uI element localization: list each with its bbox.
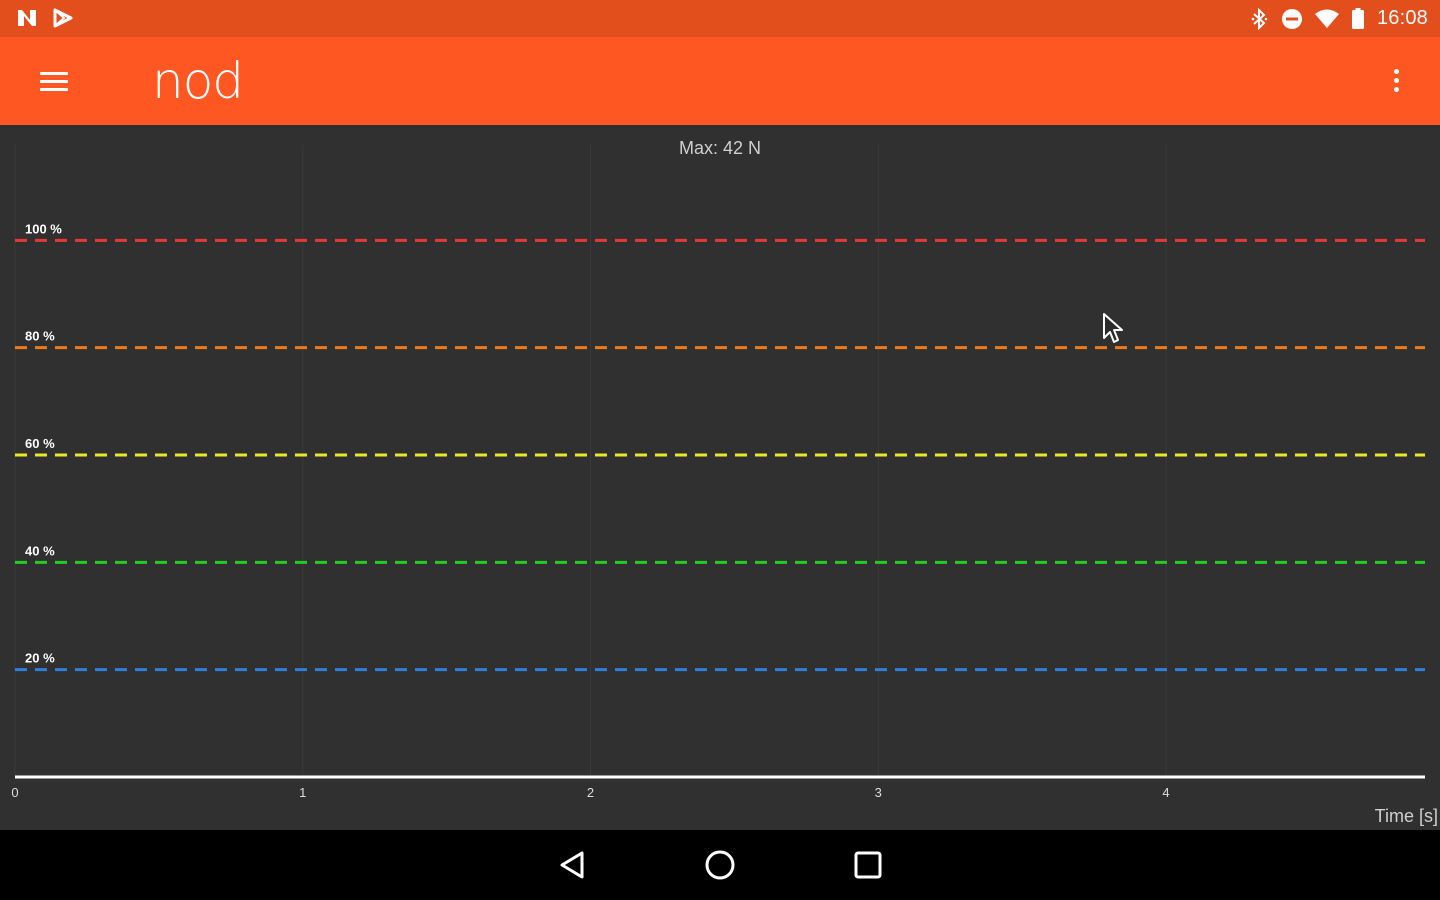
wifi-icon xyxy=(1314,9,1339,28)
overflow-menu-icon[interactable] xyxy=(1384,67,1408,97)
bluetooth-icon xyxy=(1251,7,1268,30)
x-axis-label: Time [s] xyxy=(1375,806,1438,826)
threshold-label-100: 100 % xyxy=(25,221,62,236)
mouse-cursor-icon xyxy=(1103,313,1123,343)
chart-svg: 100 % 80 % 60 % 40 % 20 % 0 1 2 3 4 Max: 42 N Ti… xyxy=(11,138,1438,826)
app-title: nod xyxy=(152,52,244,110)
app-bar: nod xyxy=(0,37,1440,125)
hamburger-menu-icon[interactable] xyxy=(36,67,72,95)
threshold-label-40: 40 % xyxy=(25,543,55,558)
navigation-bar xyxy=(0,830,1440,900)
x-tick-label-0: 0 xyxy=(11,785,18,800)
play-store-icon xyxy=(53,8,73,28)
recents-square-icon[interactable] xyxy=(850,847,886,883)
back-triangle-icon[interactable] xyxy=(556,847,592,883)
chart-title: Max: 42 N xyxy=(679,138,761,158)
x-tick-label-2: 2 xyxy=(587,785,594,800)
home-circle-icon[interactable] xyxy=(702,847,738,883)
threshold-label-80: 80 % xyxy=(25,329,55,344)
threshold-label-20: 20 % xyxy=(25,651,55,666)
status-bar: 16:08 xyxy=(0,0,1440,37)
x-tick-label-3: 3 xyxy=(875,785,882,800)
n-notification-icon xyxy=(18,10,36,26)
x-tick-label-4: 4 xyxy=(1162,785,1169,800)
status-time: 16:08 xyxy=(1376,7,1428,29)
battery-icon xyxy=(1351,7,1364,29)
force-chart: 100 % 80 % 60 % 40 % 20 % 0 1 2 3 4 Max: 42 N Ti… xyxy=(0,125,1440,830)
do-not-disturb-icon xyxy=(1281,8,1302,29)
threshold-label-60: 60 % xyxy=(25,436,55,451)
x-tick-label-1: 1 xyxy=(299,785,306,800)
